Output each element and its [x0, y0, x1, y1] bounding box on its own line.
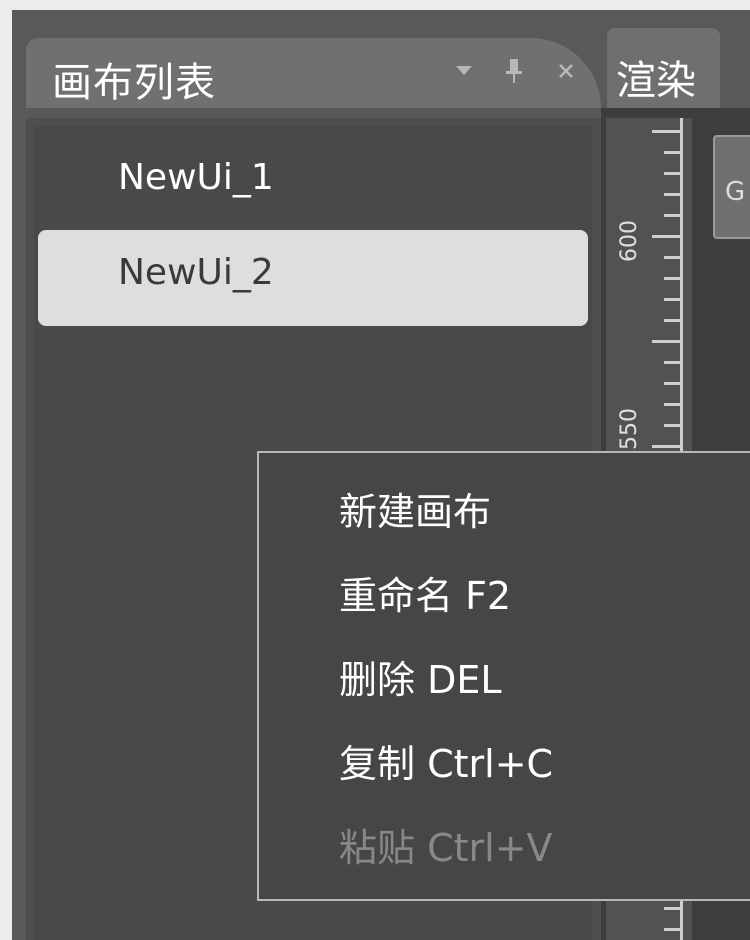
ruler-tick [664, 403, 682, 406]
menu-item-new-canvas[interactable]: 新建画布 [339, 481, 491, 536]
menu-item-delete[interactable]: 删除 DEL [339, 649, 502, 704]
ruler-tick [652, 235, 682, 238]
ruler-tick [652, 445, 682, 448]
ruler-tick [664, 214, 682, 217]
menu-item-rename[interactable]: 重命名 F2 [339, 565, 511, 620]
ruler-tick [664, 172, 682, 175]
menu-item-copy[interactable]: 复制 Ctrl+C [339, 733, 553, 788]
list-item-label: NewUi_2 [118, 252, 274, 293]
ruler-tick [664, 277, 682, 280]
ruler-tick [664, 907, 682, 910]
ruler-label: 550 [617, 408, 642, 450]
canvas-preview[interactable]: G [713, 135, 750, 239]
chevron-down-icon[interactable] [452, 56, 476, 86]
tab-render-label: 渲染 [616, 58, 696, 104]
ruler-tick [664, 928, 682, 931]
ruler-tick [664, 193, 682, 196]
close-icon[interactable] [554, 56, 578, 86]
canvas-list-title: 画布列表 [52, 60, 216, 106]
ruler-tick [664, 382, 682, 385]
canvas-preview-label: G [725, 177, 746, 207]
ruler-tick [652, 340, 682, 343]
ruler-tick [664, 298, 682, 301]
pin-icon[interactable] [502, 56, 526, 86]
list-item[interactable]: NewUi_1 [38, 135, 588, 231]
ruler-tick [652, 130, 682, 133]
ruler-tick [664, 319, 682, 322]
list-item-label: NewUi_1 [118, 157, 274, 198]
ruler-tick [664, 256, 682, 259]
ruler-label: 600 [617, 220, 642, 262]
menu-item-paste: 粘贴 Ctrl+V [339, 826, 553, 870]
ruler-tick [664, 424, 682, 427]
ruler-tick [664, 151, 682, 154]
ruler-tick [664, 361, 682, 364]
context-menu: 新建画布 重命名 F2 删除 DEL 复制 Ctrl+C 粘贴 Ctrl+V [257, 451, 750, 901]
list-item[interactable]: NewUi_2 [38, 230, 588, 326]
